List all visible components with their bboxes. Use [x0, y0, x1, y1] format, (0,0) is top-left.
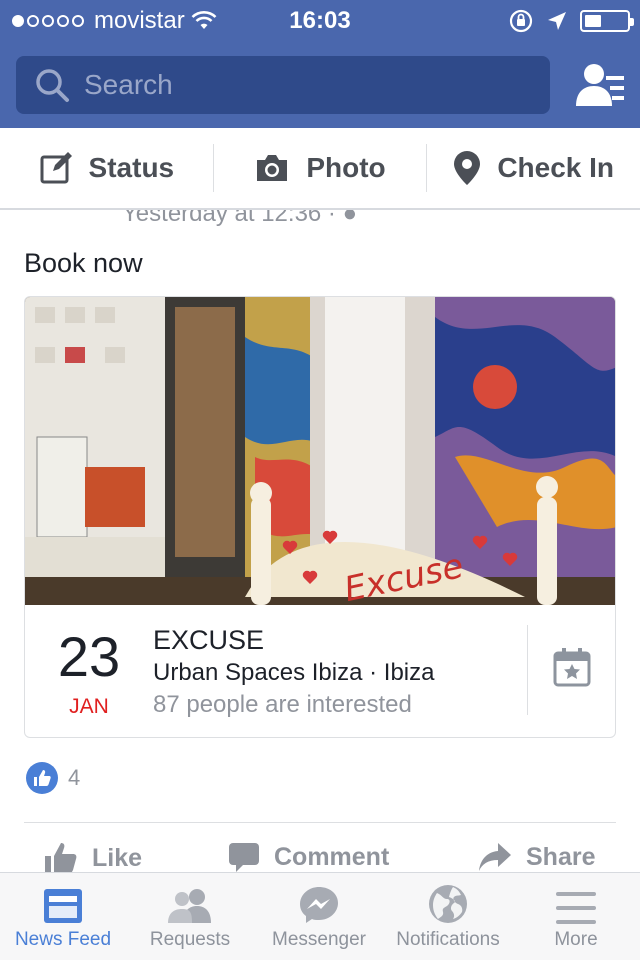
globe-icon: ● — [342, 210, 358, 227]
post-text: Book now — [24, 248, 143, 278]
event-photo[interactable]: Excuse — [25, 297, 615, 605]
like-button[interactable]: Like — [44, 842, 142, 872]
status-button[interactable]: Status — [0, 128, 213, 208]
status-label: Status — [88, 152, 175, 183]
tab-label: News Feed — [14, 929, 112, 950]
tab-more[interactable]: More — [512, 873, 640, 961]
status-bar: movistar 16:03 — [0, 0, 640, 40]
tab-label: Requests — [149, 929, 231, 950]
photo-button[interactable]: Photo — [214, 128, 427, 208]
search-icon — [36, 69, 69, 102]
comment-icon — [229, 843, 259, 872]
check-in-button[interactable]: Check In — [427, 128, 640, 208]
status-icons — [508, 8, 634, 34]
like-count: 4 — [68, 765, 81, 790]
event-photo-art: Excuse — [25, 297, 615, 605]
tab-news-feed[interactable]: News Feed — [0, 873, 126, 961]
tab-notifications[interactable]: Notifications — [384, 873, 512, 961]
check-in-label: Check In — [497, 152, 615, 183]
event-title: EXCUSE — [153, 625, 265, 655]
event-day: 23 — [57, 625, 121, 688]
like-summary[interactable]: 4 — [26, 762, 80, 794]
divider — [527, 625, 528, 715]
thumbs-up-icon — [26, 762, 58, 794]
camera-icon — [257, 155, 288, 181]
rotation-lock-icon — [509, 9, 533, 33]
divider — [24, 822, 616, 823]
search-input[interactable]: Search — [16, 56, 550, 114]
share-label: Share — [526, 842, 596, 871]
event-location: Urban Spaces Ibiza · Ibiza — [153, 659, 435, 686]
top-bar: Search — [0, 40, 640, 128]
news-feed-icon — [44, 889, 82, 923]
location-arrow-icon — [548, 12, 566, 30]
tab-label: Notifications — [396, 929, 500, 950]
share-icon — [479, 843, 511, 871]
event-card[interactable]: Excuse 23 JAN EXCUSE Urban Spaces Ibiza … — [24, 296, 616, 738]
tab-messenger[interactable]: Messenger — [254, 873, 384, 961]
composer-bar: Status Photo Check In — [0, 128, 640, 210]
location-pin-icon — [454, 151, 481, 185]
post-time-text: Yesterday at 12:36 · — [122, 210, 336, 227]
search-placeholder: Search — [84, 69, 173, 100]
battery-icon — [580, 10, 634, 32]
event-date: 23 JAN — [45, 627, 133, 719]
like-icon — [45, 843, 77, 872]
messenger-icon — [300, 887, 338, 923]
comment-button[interactable]: Comment — [228, 842, 389, 872]
menu-icon — [556, 892, 596, 924]
like-label: Like — [92, 843, 143, 872]
share-button[interactable]: Share — [478, 842, 595, 872]
event-details[interactable]: 23 JAN EXCUSE Urban Spaces Ibiza · Ibiza… — [25, 605, 615, 737]
post-timestamp: Yesterday at 12:36 · ● — [122, 210, 357, 228]
comment-label: Comment — [274, 842, 390, 871]
tab-label: Messenger — [272, 929, 366, 950]
globe-icon — [429, 885, 467, 923]
tab-label: More — [554, 929, 598, 950]
photo-label: Photo — [306, 152, 386, 183]
post-actions: Like Comment Share — [0, 842, 640, 872]
event-interested: 87 people are interested — [153, 691, 412, 718]
event-month: JAN — [69, 695, 109, 718]
requests-icon — [168, 889, 211, 923]
edit-icon — [40, 152, 72, 184]
friends-list-icon[interactable] — [574, 62, 626, 108]
tab-requests[interactable]: Requests — [126, 873, 254, 961]
tab-bar: News Feed Requests Messenger Notificatio… — [0, 872, 640, 960]
news-feed: Yesterday at 12:36 · ● Book now Excuse 2… — [0, 210, 640, 872]
calendar-star-icon[interactable] — [553, 647, 591, 687]
